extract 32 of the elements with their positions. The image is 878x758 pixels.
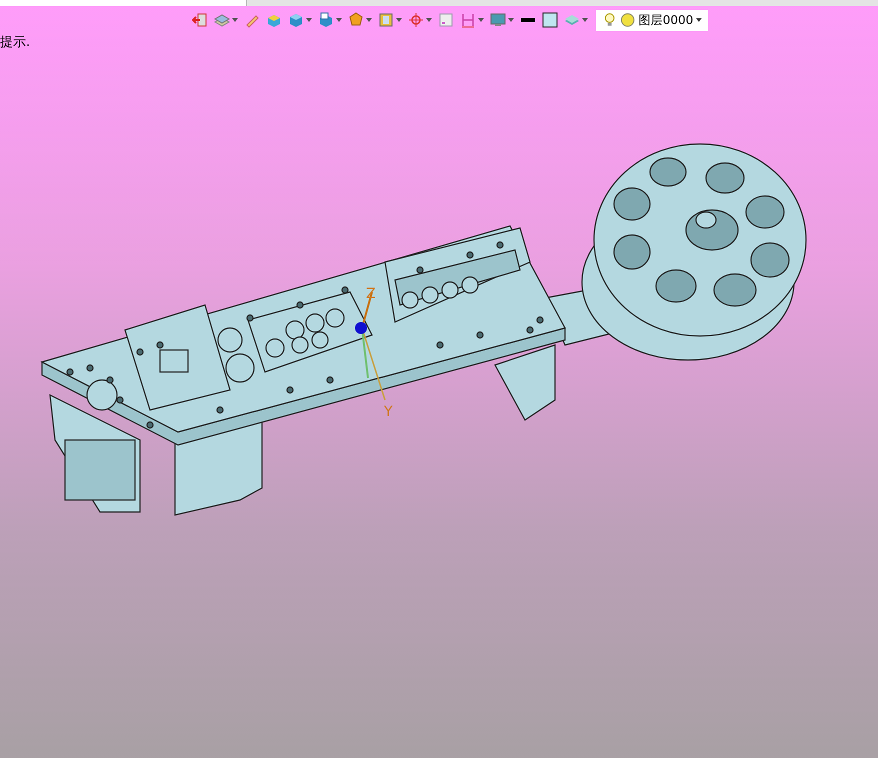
target-tool-button[interactable] [406,11,434,29]
frame-icon [378,12,394,28]
light-bulb-icon [602,12,618,28]
screen-icon [490,12,506,28]
layer-dropdown[interactable]: 图层0000 [596,10,708,30]
square-icon [438,12,454,28]
cube-window-icon [318,12,334,28]
plate-icon [564,12,580,28]
caret-icon [696,18,702,22]
caret-icon [336,18,342,22]
polygon-icon [348,12,364,28]
dimension-icon [460,12,476,28]
layer-name: 图层0000 [638,12,694,28]
fill-tool-button[interactable] [540,11,560,29]
prompt-text: 提示. [0,34,30,51]
caret-icon [478,18,484,22]
caret-icon [306,18,312,22]
caret-icon [396,18,402,22]
caret-icon [426,18,432,22]
layers-icon [214,12,230,28]
axis-label: Y [384,404,393,420]
caret-icon [508,18,514,22]
caret-icon [366,18,372,22]
axis-label: Z [366,286,376,302]
layer-color-icon [620,12,636,28]
cube-icon [288,12,304,28]
caret-icon [582,18,588,22]
target-icon [408,12,424,28]
fill-icon [542,12,558,28]
exit-icon [192,12,208,28]
box-icon [266,12,282,28]
caret-icon [232,18,238,22]
